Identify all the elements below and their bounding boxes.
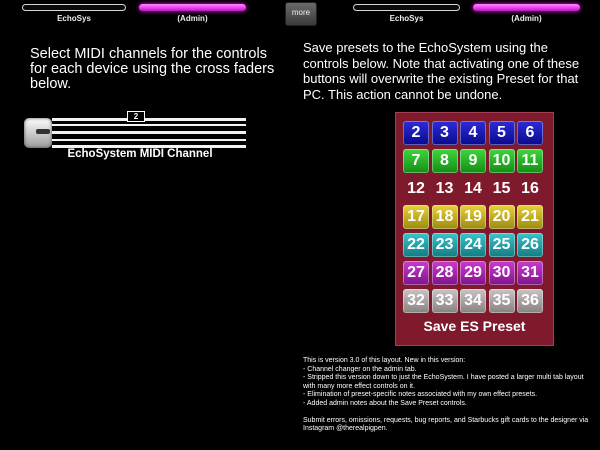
preset-button[interactable]: 10 bbox=[488, 149, 515, 173]
preset-button[interactable]: 4 bbox=[460, 121, 486, 145]
notes-footer: Submit errors, omissions, requests, bug … bbox=[303, 416, 589, 433]
preset-button[interactable]: 27 bbox=[403, 261, 429, 285]
midi-instructions: Select MIDI channels for the controls fo… bbox=[30, 46, 275, 92]
notes-line: - Added admin notes about the Save Prese… bbox=[303, 399, 467, 407]
fader-track-line bbox=[52, 131, 246, 134]
preset-button[interactable]: 23 bbox=[431, 233, 458, 257]
preset-button[interactable]: 31 bbox=[517, 261, 543, 285]
preset-button[interactable]: 14 bbox=[460, 177, 486, 201]
version-notes: This is version 3.0 of this layout. New … bbox=[303, 357, 595, 434]
preset-button[interactable]: 20 bbox=[488, 205, 515, 229]
tab-indicator-active bbox=[473, 4, 580, 11]
preset-button[interactable]: 30 bbox=[488, 261, 515, 285]
save-preset-label: Save ES Preset bbox=[423, 318, 526, 334]
preset-button[interactable]: 28 bbox=[431, 261, 458, 285]
preset-button[interactable]: 3 bbox=[431, 121, 458, 145]
more-button[interactable]: more bbox=[285, 2, 317, 26]
fader-track-line bbox=[52, 124, 246, 126]
tab-bar: EchoSys (Admin) more EchoSys (Admin) bbox=[0, 0, 600, 26]
notes-line: - Channel changer on the admin tab. bbox=[303, 365, 417, 373]
preset-button[interactable]: 13 bbox=[432, 177, 458, 201]
preset-button[interactable]: 32 bbox=[403, 289, 429, 313]
fader-track-line bbox=[52, 118, 246, 121]
preset-button[interactable]: 5 bbox=[488, 121, 515, 145]
tab-label: (Admin) bbox=[511, 14, 542, 23]
tab-admin-left[interactable]: (Admin) bbox=[135, 0, 250, 26]
preset-button[interactable]: 21 bbox=[517, 205, 543, 229]
fader-value-readout: 2 bbox=[127, 111, 145, 122]
tab-indicator-active bbox=[139, 4, 246, 11]
preset-button[interactable]: 22 bbox=[403, 233, 429, 257]
preset-button[interactable]: 29 bbox=[460, 261, 486, 285]
preset-button[interactable]: 17 bbox=[403, 205, 429, 229]
preset-button[interactable]: 7 bbox=[403, 149, 429, 173]
preset-button[interactable]: 6 bbox=[517, 121, 543, 145]
preset-button[interactable]: 19 bbox=[460, 205, 486, 229]
tab-admin-right[interactable]: (Admin) bbox=[469, 0, 584, 26]
fader-label: EchoSystem MIDI Channel bbox=[67, 148, 213, 160]
notes-line: This is version 3.0 of this layout. New … bbox=[303, 357, 466, 364]
preset-button[interactable]: 26 bbox=[517, 233, 543, 257]
preset-button[interactable]: 25 bbox=[488, 233, 515, 257]
preset-button[interactable]: 2 bbox=[403, 121, 429, 145]
tab-label: EchoSys bbox=[57, 14, 91, 23]
preset-button[interactable]: 24 bbox=[460, 233, 486, 257]
tab-label: EchoSys bbox=[389, 14, 424, 23]
preset-button[interactable]: 12 bbox=[403, 177, 429, 201]
midi-channel-fader[interactable]: 2 bbox=[24, 111, 246, 148]
preset-button[interactable]: 9 bbox=[460, 149, 486, 173]
preset-button[interactable]: 18 bbox=[431, 205, 458, 229]
save-preset-panel: 2 3 4 5 6 7 8 9 10 11 12 13 14 15 16 17 18 19 20 21 22 23 24 25… bbox=[395, 112, 554, 346]
preset-button[interactable]: 16 bbox=[517, 177, 543, 201]
tab-indicator bbox=[353, 4, 460, 11]
preset-button[interactable]: 35 bbox=[488, 289, 515, 313]
preset-button[interactable]: 8 bbox=[431, 149, 458, 173]
fader-knob[interactable] bbox=[24, 118, 52, 148]
tab-indicator bbox=[22, 4, 126, 11]
preset-button[interactable]: 11 bbox=[517, 149, 543, 173]
preset-button[interactable]: 33 bbox=[431, 289, 458, 313]
notes-line: - Stripped this version down to just the… bbox=[303, 374, 584, 390]
tab-echosys-right[interactable]: EchoSys bbox=[349, 0, 464, 26]
preset-button[interactable]: 15 bbox=[489, 177, 515, 201]
preset-button[interactable]: 36 bbox=[517, 289, 543, 313]
fader-track-line bbox=[52, 139, 246, 141]
preset-instructions: Save presets to the EchoSystem using the… bbox=[303, 40, 580, 102]
tab-echosys-left[interactable]: EchoSys bbox=[18, 0, 130, 26]
tab-label: (Admin) bbox=[177, 14, 208, 23]
preset-button[interactable]: 34 bbox=[460, 289, 486, 313]
notes-line: - Elimination of preset-specific notes a… bbox=[303, 391, 538, 399]
